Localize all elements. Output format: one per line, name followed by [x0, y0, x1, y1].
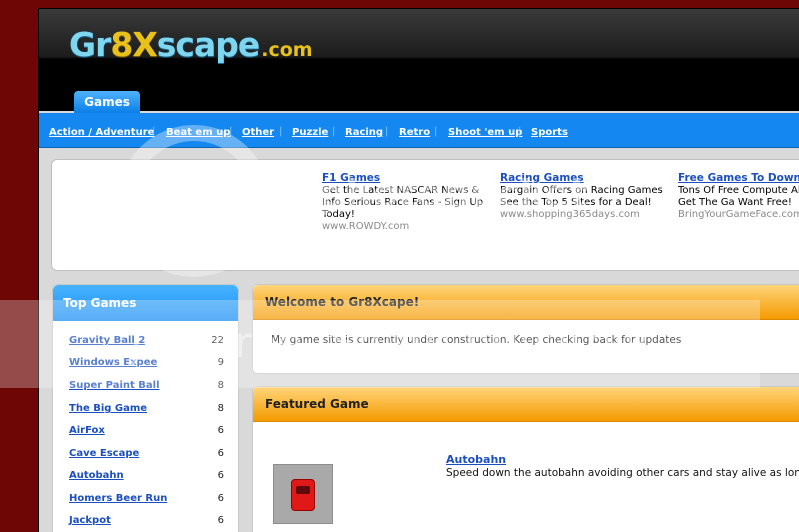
- game-link[interactable]: Gravity Ball 2: [69, 335, 145, 346]
- site-logo[interactable]: Gr8Xscape .com: [69, 25, 313, 64]
- featured-game-thumbnail[interactable]: [273, 464, 333, 524]
- ad-item[interactable]: F1 Games Get the Latest NASCAR News & In…: [322, 172, 494, 233]
- list-item: AirFox 6: [53, 421, 238, 443]
- play-count: 9: [217, 357, 224, 368]
- logo-part-gr: Gr: [69, 25, 111, 64]
- category-link-puzzle[interactable]: Puzzle: [292, 127, 328, 138]
- nav-separator: |: [279, 126, 283, 137]
- ad-title[interactable]: Free Games To Downlo: [678, 172, 799, 184]
- logo-part-8x: 8X: [110, 25, 157, 64]
- ad-title[interactable]: Racing Games: [500, 172, 672, 184]
- nav-separator: |: [332, 126, 336, 137]
- list-item: The Big Game 8: [53, 399, 238, 421]
- page-frame: Gr8Xscape .com Games Action / Adventure |…: [38, 8, 799, 532]
- car-icon: [291, 479, 315, 511]
- list-item: Jackpot 6: [53, 511, 238, 532]
- game-link[interactable]: The Big Game: [69, 403, 147, 414]
- ad-url[interactable]: www.shopping365days.com: [500, 209, 672, 221]
- logo-part-scape: scape: [156, 25, 260, 64]
- game-link[interactable]: Autobahn: [69, 470, 124, 481]
- play-count: 6: [217, 493, 224, 504]
- ad-url[interactable]: BringYourGameFace.com: [678, 209, 799, 221]
- ad-description: Bargain Offers on Racing Games See the T…: [500, 185, 663, 208]
- nav-separator: |: [385, 126, 389, 137]
- ad-item[interactable]: Free Games To Downlo Tons Of Free Comput…: [678, 172, 799, 221]
- play-count: 8: [217, 380, 224, 391]
- play-count: 6: [217, 425, 224, 436]
- game-link[interactable]: Cave Escape: [69, 448, 139, 459]
- category-link-sports[interactable]: Sports: [531, 127, 568, 138]
- play-count: 22: [211, 335, 224, 346]
- category-link-action-adventure[interactable]: Action / Adventure: [49, 127, 154, 138]
- tab-games[interactable]: Games: [74, 91, 140, 113]
- category-nav: Action / Adventure | Beat em up | Other …: [39, 113, 799, 148]
- list-item: Windows Expee 9: [53, 353, 238, 375]
- category-link-shoot-em-up[interactable]: Shoot 'em up: [448, 127, 522, 138]
- nav-separator: |: [434, 126, 438, 137]
- ad-item[interactable]: Racing Games Bargain Offers on Racing Ga…: [500, 172, 672, 221]
- nav-separator: |: [229, 126, 233, 137]
- top-games-panel: Top Games Gravity Ball 2 22 Windows Expe…: [52, 284, 239, 532]
- ad-description: Tons Of Free Compute All Genres. Get The…: [678, 185, 799, 208]
- featured-heading: Featured Game: [253, 387, 799, 422]
- list-item: Autobahn 6: [53, 466, 238, 488]
- play-count: 6: [217, 515, 224, 526]
- game-link[interactable]: Windows Expee: [69, 357, 157, 368]
- welcome-text: My game site is currently under construc…: [271, 334, 682, 346]
- list-item: Super Paint Ball 8: [53, 376, 238, 398]
- category-link-other[interactable]: Other: [242, 127, 274, 138]
- list-item: Cave Escape 6: [53, 444, 238, 466]
- featured-game-description: Speed down the autobahn avoiding other c…: [446, 467, 799, 479]
- game-link[interactable]: Homers Beer Run: [69, 493, 167, 504]
- welcome-panel: Welcome to Gr8Xcape! My game site is cur…: [252, 284, 799, 374]
- play-count: 6: [217, 470, 224, 481]
- list-item: Gravity Ball 2 22: [53, 331, 238, 353]
- ad-url[interactable]: www.ROWDY.com: [322, 221, 494, 233]
- logo-tld: .com: [261, 39, 313, 61]
- site-header: Gr8Xscape .com Games: [39, 9, 799, 113]
- nav-separator: |: [518, 126, 522, 137]
- ad-description: Get the Latest NASCAR News & Info Seriou…: [322, 185, 484, 220]
- game-link[interactable]: AirFox: [69, 425, 105, 436]
- list-item: Homers Beer Run 6: [53, 489, 238, 511]
- category-link-beat-em-up[interactable]: Beat em up: [166, 127, 230, 138]
- featured-panel: Featured Game Autobahn Speed down the au…: [252, 386, 799, 532]
- game-link[interactable]: Super Paint Ball: [69, 380, 160, 391]
- category-link-racing[interactable]: Racing: [345, 127, 383, 138]
- ad-title[interactable]: F1 Games: [322, 172, 494, 184]
- play-count: 6: [217, 448, 224, 459]
- ad-box: F1 Games Get the Latest NASCAR News & In…: [51, 159, 799, 271]
- play-count: 8: [217, 403, 224, 414]
- top-games-heading: Top Games: [53, 285, 238, 321]
- featured-game-link[interactable]: Autobahn: [446, 453, 506, 466]
- category-link-retro[interactable]: Retro: [399, 127, 430, 138]
- game-link[interactable]: Jackpot: [69, 515, 111, 526]
- welcome-heading: Welcome to Gr8Xcape!: [253, 285, 799, 320]
- nav-separator: |: [152, 126, 156, 137]
